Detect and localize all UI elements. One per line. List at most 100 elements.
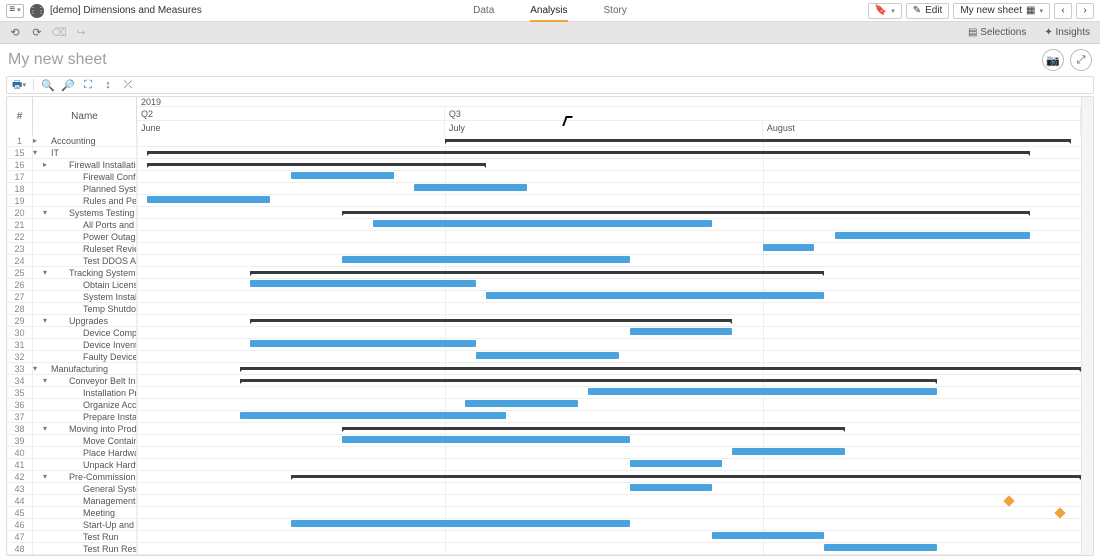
row-name-cell[interactable]: Power Outage Tests	[33, 231, 137, 242]
gantt-row[interactable]: 29▾Upgrades	[7, 315, 1081, 327]
edit-button[interactable]: ✎Edit	[906, 3, 950, 19]
row-name-cell[interactable]: Move Containers from Stor	[33, 435, 137, 446]
gantt-row[interactable]: 20▾Systems Testing	[7, 207, 1081, 219]
row-name-cell[interactable]: Obtain Licenses from the V	[33, 279, 137, 290]
gantt-row[interactable]: 31Device Inventory	[7, 339, 1081, 351]
row-name-cell[interactable]: Faulty Devices Check	[33, 351, 137, 362]
collapse-toggle-icon[interactable]: ▾	[43, 424, 47, 433]
sheet-selector-button[interactable]: My new sheet▦▾	[953, 3, 1050, 19]
gantt-row[interactable]: 24Test DDOS Attack	[7, 255, 1081, 267]
task-bar[interactable]	[465, 400, 578, 407]
gantt-row[interactable]: 1▸Accounting	[7, 135, 1081, 147]
task-bar[interactable]	[763, 244, 814, 251]
row-name-cell[interactable]: Firewall Configuration	[33, 171, 137, 182]
group-bar[interactable]	[147, 163, 486, 166]
milestone-icon[interactable]	[1004, 495, 1015, 506]
gantt-row[interactable]: 21All Ports and Services Test	[7, 219, 1081, 231]
group-bar[interactable]	[291, 475, 1081, 478]
col-header-name[interactable]: Name	[33, 97, 137, 135]
selections-button[interactable]: ▤ Selections	[968, 27, 1026, 38]
gantt-row[interactable]: 22Power Outage Tests	[7, 231, 1081, 243]
row-name-cell[interactable]: ▾Pre-Commissioning Activiti	[33, 471, 137, 482]
gantt-row[interactable]: 48Test Run Results Review	[7, 543, 1081, 555]
task-bar[interactable]	[712, 532, 825, 539]
task-bar[interactable]	[476, 352, 620, 359]
gantt-row[interactable]: 32Faulty Devices Check	[7, 351, 1081, 363]
task-bar[interactable]	[250, 340, 476, 347]
group-bar[interactable]	[240, 379, 938, 382]
group-bar[interactable]	[342, 427, 845, 430]
collapse-toggle-icon[interactable]: ▾	[43, 376, 47, 385]
gantt-row[interactable]: 18Planned System Restart	[7, 183, 1081, 195]
next-sheet-button[interactable]: ›	[1076, 3, 1094, 19]
gantt-row[interactable]: 25▾Tracking System Installation	[7, 267, 1081, 279]
row-name-cell[interactable]: ▾Upgrades	[33, 315, 137, 326]
row-name-cell[interactable]: Organize Access for Vendo	[33, 399, 137, 410]
gantt-row[interactable]: 26Obtain Licenses from the V	[7, 279, 1081, 291]
expand-toggle-icon[interactable]: ▸	[33, 136, 37, 145]
gantt-row[interactable]: 36Organize Access for Vendo	[7, 399, 1081, 411]
row-name-cell[interactable]: Meeting	[33, 507, 137, 518]
task-bar[interactable]	[414, 184, 527, 191]
row-name-cell[interactable]: ▾Conveyor Belt Installation	[33, 375, 137, 386]
task-bar[interactable]	[630, 484, 712, 491]
gantt-row[interactable]: 43General Systems Overview	[7, 483, 1081, 495]
vertical-scrollbar[interactable]	[1081, 97, 1093, 555]
row-name-cell[interactable]: ▸Accounting	[33, 135, 137, 146]
gantt-row[interactable]: 15▾IT	[7, 147, 1081, 159]
collapse-toggle-icon[interactable]: ▾	[33, 364, 37, 373]
row-name-cell[interactable]: ▾Moving into Production Fac	[33, 423, 137, 434]
row-name-cell[interactable]: Rules and Permissions Aud	[33, 195, 137, 206]
gantt-row[interactable]: 17Firewall Configuration	[7, 171, 1081, 183]
row-name-cell[interactable]: Test Run	[33, 531, 137, 542]
milestone-icon[interactable]	[1055, 507, 1066, 518]
bookmark-button[interactable]: 🔖▾	[868, 3, 902, 19]
row-name-cell[interactable]: Planned System Restart	[33, 183, 137, 194]
task-bar[interactable]	[373, 220, 712, 227]
step-forward-icon[interactable]: ↪	[74, 26, 88, 40]
gantt-row[interactable]: 41Unpack Hardware and Mov	[7, 459, 1081, 471]
expand-all-button[interactable]: ↕	[100, 77, 116, 93]
row-name-cell[interactable]: Prepare Installation Area	[33, 411, 137, 422]
col-header-timeline[interactable]: 2019 Q2Q3 JuneJulyAugust	[137, 97, 1081, 135]
zoom-fit-button[interactable]: ⛶	[80, 77, 96, 93]
global-menu-button[interactable]: ≡▾	[6, 4, 24, 18]
gantt-row[interactable]: 30Device Compatibility Revi	[7, 327, 1081, 339]
group-bar[interactable]	[147, 151, 1029, 154]
gantt-row[interactable]: 44Management Meeting	[7, 495, 1081, 507]
collapse-toggle-icon[interactable]: ▾	[43, 208, 47, 217]
gantt-row[interactable]: 42▾Pre-Commissioning Activiti	[7, 471, 1081, 483]
collapse-toggle-icon[interactable]: ▾	[43, 472, 47, 481]
task-bar[interactable]	[732, 448, 845, 455]
task-bar[interactable]	[486, 292, 825, 299]
zoom-in-button[interactable]: 🔍	[40, 77, 56, 93]
row-name-cell[interactable]: Installation Process Overv	[33, 387, 137, 398]
smart-search-icon[interactable]: ⟲	[8, 26, 22, 40]
task-bar[interactable]	[342, 256, 629, 263]
row-name-cell[interactable]: Temp Shutdown for IT Aud	[33, 303, 137, 314]
row-name-cell[interactable]: ▾Manufacturing	[33, 363, 137, 374]
row-name-cell[interactable]: All Ports and Services Test	[33, 219, 137, 230]
row-name-cell[interactable]: ▾Tracking System Installation	[33, 267, 137, 278]
row-name-cell[interactable]: ▸Firewall Installation	[33, 159, 137, 170]
task-bar[interactable]	[630, 460, 722, 467]
row-name-cell[interactable]: ▾Systems Testing	[33, 207, 137, 218]
row-name-cell[interactable]: Test DDOS Attack	[33, 255, 137, 266]
row-name-cell[interactable]: Place Hardware Inside Acc	[33, 447, 137, 458]
snapshot-button[interactable]: 📷	[1042, 49, 1064, 71]
prev-sheet-button[interactable]: ‹	[1054, 3, 1072, 19]
gantt-row[interactable]: 33▾Manufacturing	[7, 363, 1081, 375]
gantt-row[interactable]: 45Meeting	[7, 507, 1081, 519]
gantt-row[interactable]: 19Rules and Permissions Aud	[7, 195, 1081, 207]
row-name-cell[interactable]: ▾IT	[33, 147, 137, 158]
task-bar[interactable]	[291, 172, 394, 179]
expand-toggle-icon[interactable]: ▸	[43, 160, 47, 169]
task-bar[interactable]	[240, 412, 507, 419]
tab-data[interactable]: Data	[473, 0, 494, 22]
row-name-cell[interactable]: Device Compatibility Revi	[33, 327, 137, 338]
gantt-row[interactable]: 35Installation Process Overv	[7, 387, 1081, 399]
row-name-cell[interactable]: System Installation	[33, 291, 137, 302]
zoom-out-button[interactable]: 🔎	[60, 77, 76, 93]
row-name-cell[interactable]: Start-Up and Commissioni	[33, 519, 137, 530]
gantt-row[interactable]: 40Place Hardware Inside Acc	[7, 447, 1081, 459]
